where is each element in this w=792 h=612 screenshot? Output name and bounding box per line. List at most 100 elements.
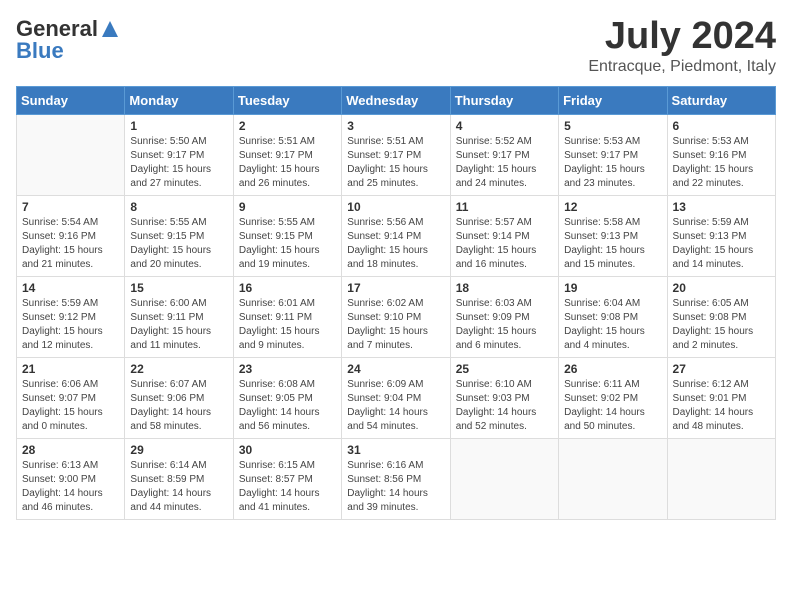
- calendar-cell: 17 Sunrise: 6:02 AM Sunset: 9:10 PM Dayli…: [342, 276, 450, 357]
- day-number: 11: [456, 200, 553, 214]
- day-number: 14: [22, 281, 119, 295]
- day-number: 3: [347, 119, 444, 133]
- calendar-cell: 25 Sunrise: 6:10 AM Sunset: 9:03 PM Dayli…: [450, 357, 558, 438]
- logo-blue: Blue: [16, 38, 64, 64]
- day-number: 18: [456, 281, 553, 295]
- day-number: 7: [22, 200, 119, 214]
- day-number: 19: [564, 281, 661, 295]
- day-info: Sunrise: 6:02 AM Sunset: 9:10 PM Dayligh…: [347, 297, 444, 353]
- col-header-monday: Monday: [125, 86, 233, 114]
- day-info: Sunrise: 5:52 AM Sunset: 9:17 PM Dayligh…: [456, 135, 553, 191]
- day-number: 16: [239, 281, 336, 295]
- calendar-cell: 19 Sunrise: 6:04 AM Sunset: 9:08 PM Dayli…: [559, 276, 667, 357]
- day-number: 9: [239, 200, 336, 214]
- calendar-cell: [450, 438, 558, 519]
- day-info: Sunrise: 5:57 AM Sunset: 9:14 PM Dayligh…: [456, 216, 553, 272]
- day-info: Sunrise: 5:51 AM Sunset: 9:17 PM Dayligh…: [239, 135, 336, 191]
- day-info: Sunrise: 5:55 AM Sunset: 9:15 PM Dayligh…: [239, 216, 336, 272]
- col-header-saturday: Saturday: [667, 86, 775, 114]
- page-header: General Blue July 2024 Entracque, Piedmo…: [16, 16, 776, 76]
- logo: General Blue: [16, 16, 120, 64]
- calendar-cell: 18 Sunrise: 6:03 AM Sunset: 9:09 PM Dayli…: [450, 276, 558, 357]
- calendar-cell: 1 Sunrise: 5:50 AM Sunset: 9:17 PM Daylig…: [125, 114, 233, 195]
- calendar-cell: 27 Sunrise: 6:12 AM Sunset: 9:01 PM Dayli…: [667, 357, 775, 438]
- calendar-cell: 11 Sunrise: 5:57 AM Sunset: 9:14 PM Dayli…: [450, 195, 558, 276]
- col-header-tuesday: Tuesday: [233, 86, 341, 114]
- calendar-cell: 24 Sunrise: 6:09 AM Sunset: 9:04 PM Dayli…: [342, 357, 450, 438]
- day-number: 25: [456, 362, 553, 376]
- day-number: 2: [239, 119, 336, 133]
- logo-icon: [100, 19, 120, 39]
- day-info: Sunrise: 6:01 AM Sunset: 9:11 PM Dayligh…: [239, 297, 336, 353]
- calendar-cell: 26Sunrise: 6:11 AM Sunset: 9:02 PM Dayli…: [559, 357, 667, 438]
- calendar-cell: 22Sunrise: 6:07 AM Sunset: 9:06 PM Dayli…: [125, 357, 233, 438]
- calendar-cell: 2 Sunrise: 5:51 AM Sunset: 9:17 PM Daylig…: [233, 114, 341, 195]
- calendar-header-row: SundayMondayTuesdayWednesdayThursdayFrid…: [17, 86, 776, 114]
- day-number: 4: [456, 119, 553, 133]
- day-info: Sunrise: 5:59 AM Sunset: 9:13 PM Dayligh…: [673, 216, 770, 272]
- day-number: 27: [673, 362, 770, 376]
- calendar-cell: 6Sunrise: 5:53 AM Sunset: 9:16 PM Daylig…: [667, 114, 775, 195]
- calendar-cell: [667, 438, 775, 519]
- day-number: 26: [564, 362, 661, 376]
- day-info: Sunrise: 5:51 AM Sunset: 9:17 PM Dayligh…: [347, 135, 444, 191]
- day-number: 28: [22, 443, 119, 457]
- calendar-week-row: 14 Sunrise: 5:59 AM Sunset: 9:12 PM Dayli…: [17, 276, 776, 357]
- calendar-cell: 21Sunrise: 6:06 AM Sunset: 9:07 PM Dayli…: [17, 357, 125, 438]
- calendar-table: SundayMondayTuesdayWednesdayThursdayFrid…: [16, 86, 776, 520]
- calendar-week-row: 7 Sunrise: 5:54 AM Sunset: 9:16 PM Daylig…: [17, 195, 776, 276]
- day-number: 31: [347, 443, 444, 457]
- calendar-week-row: 28Sunrise: 6:13 AM Sunset: 9:00 PM Dayli…: [17, 438, 776, 519]
- day-info: Sunrise: 5:50 AM Sunset: 9:17 PM Dayligh…: [130, 135, 227, 191]
- day-info: Sunrise: 5:54 AM Sunset: 9:16 PM Dayligh…: [22, 216, 119, 272]
- day-number: 1: [130, 119, 227, 133]
- day-number: 30: [239, 443, 336, 457]
- day-number: 17: [347, 281, 444, 295]
- day-info: Sunrise: 6:16 AM Sunset: 8:56 PM Dayligh…: [347, 459, 444, 515]
- day-info: Sunrise: 6:08 AM Sunset: 9:05 PM Dayligh…: [239, 378, 336, 434]
- day-number: 15: [130, 281, 227, 295]
- day-info: Sunrise: 6:04 AM Sunset: 9:08 PM Dayligh…: [564, 297, 661, 353]
- day-info: Sunrise: 6:00 AM Sunset: 9:11 PM Dayligh…: [130, 297, 227, 353]
- day-info: Sunrise: 6:15 AM Sunset: 8:57 PM Dayligh…: [239, 459, 336, 515]
- day-info: Sunrise: 5:55 AM Sunset: 9:15 PM Dayligh…: [130, 216, 227, 272]
- day-info: Sunrise: 6:10 AM Sunset: 9:03 PM Dayligh…: [456, 378, 553, 434]
- calendar-cell: 10Sunrise: 5:56 AM Sunset: 9:14 PM Dayli…: [342, 195, 450, 276]
- calendar-cell: 7 Sunrise: 5:54 AM Sunset: 9:16 PM Daylig…: [17, 195, 125, 276]
- day-info: Sunrise: 5:53 AM Sunset: 9:16 PM Dayligh…: [673, 135, 770, 191]
- calendar-cell: 14 Sunrise: 5:59 AM Sunset: 9:12 PM Dayli…: [17, 276, 125, 357]
- calendar-cell: 20 Sunrise: 6:05 AM Sunset: 9:08 PM Dayli…: [667, 276, 775, 357]
- day-info: Sunrise: 5:58 AM Sunset: 9:13 PM Dayligh…: [564, 216, 661, 272]
- day-info: Sunrise: 6:06 AM Sunset: 9:07 PM Dayligh…: [22, 378, 119, 434]
- calendar-cell: 13 Sunrise: 5:59 AM Sunset: 9:13 PM Dayli…: [667, 195, 775, 276]
- location-subtitle: Entracque, Piedmont, Italy: [588, 58, 776, 76]
- day-number: 24: [347, 362, 444, 376]
- day-info: Sunrise: 6:12 AM Sunset: 9:01 PM Dayligh…: [673, 378, 770, 434]
- day-info: Sunrise: 6:03 AM Sunset: 9:09 PM Dayligh…: [456, 297, 553, 353]
- day-info: Sunrise: 6:05 AM Sunset: 9:08 PM Dayligh…: [673, 297, 770, 353]
- col-header-thursday: Thursday: [450, 86, 558, 114]
- calendar-week-row: 1 Sunrise: 5:50 AM Sunset: 9:17 PM Daylig…: [17, 114, 776, 195]
- day-number: 8: [130, 200, 227, 214]
- day-info: Sunrise: 6:09 AM Sunset: 9:04 PM Dayligh…: [347, 378, 444, 434]
- day-number: 20: [673, 281, 770, 295]
- calendar-cell: 4 Sunrise: 5:52 AM Sunset: 9:17 PM Daylig…: [450, 114, 558, 195]
- calendar-cell: 23 Sunrise: 6:08 AM Sunset: 9:05 PM Dayli…: [233, 357, 341, 438]
- day-number: 23: [239, 362, 336, 376]
- day-info: Sunrise: 5:59 AM Sunset: 9:12 PM Dayligh…: [22, 297, 119, 353]
- title-section: July 2024 Entracque, Piedmont, Italy: [588, 16, 776, 76]
- col-header-wednesday: Wednesday: [342, 86, 450, 114]
- day-number: 22: [130, 362, 227, 376]
- col-header-friday: Friday: [559, 86, 667, 114]
- day-number: 12: [564, 200, 661, 214]
- calendar-cell: 16 Sunrise: 6:01 AM Sunset: 9:11 PM Dayli…: [233, 276, 341, 357]
- month-year-title: July 2024: [588, 16, 776, 58]
- calendar-cell: 12 Sunrise: 5:58 AM Sunset: 9:13 PM Dayli…: [559, 195, 667, 276]
- day-number: 13: [673, 200, 770, 214]
- day-info: Sunrise: 5:53 AM Sunset: 9:17 PM Dayligh…: [564, 135, 661, 191]
- calendar-cell: 30 Sunrise: 6:15 AM Sunset: 8:57 PM Dayli…: [233, 438, 341, 519]
- calendar-cell: 8 Sunrise: 5:55 AM Sunset: 9:15 PM Daylig…: [125, 195, 233, 276]
- calendar-cell: 15 Sunrise: 6:00 AM Sunset: 9:11 PM Dayli…: [125, 276, 233, 357]
- day-info: Sunrise: 5:56 AM Sunset: 9:14 PM Dayligh…: [347, 216, 444, 272]
- day-info: Sunrise: 6:14 AM Sunset: 8:59 PM Dayligh…: [130, 459, 227, 515]
